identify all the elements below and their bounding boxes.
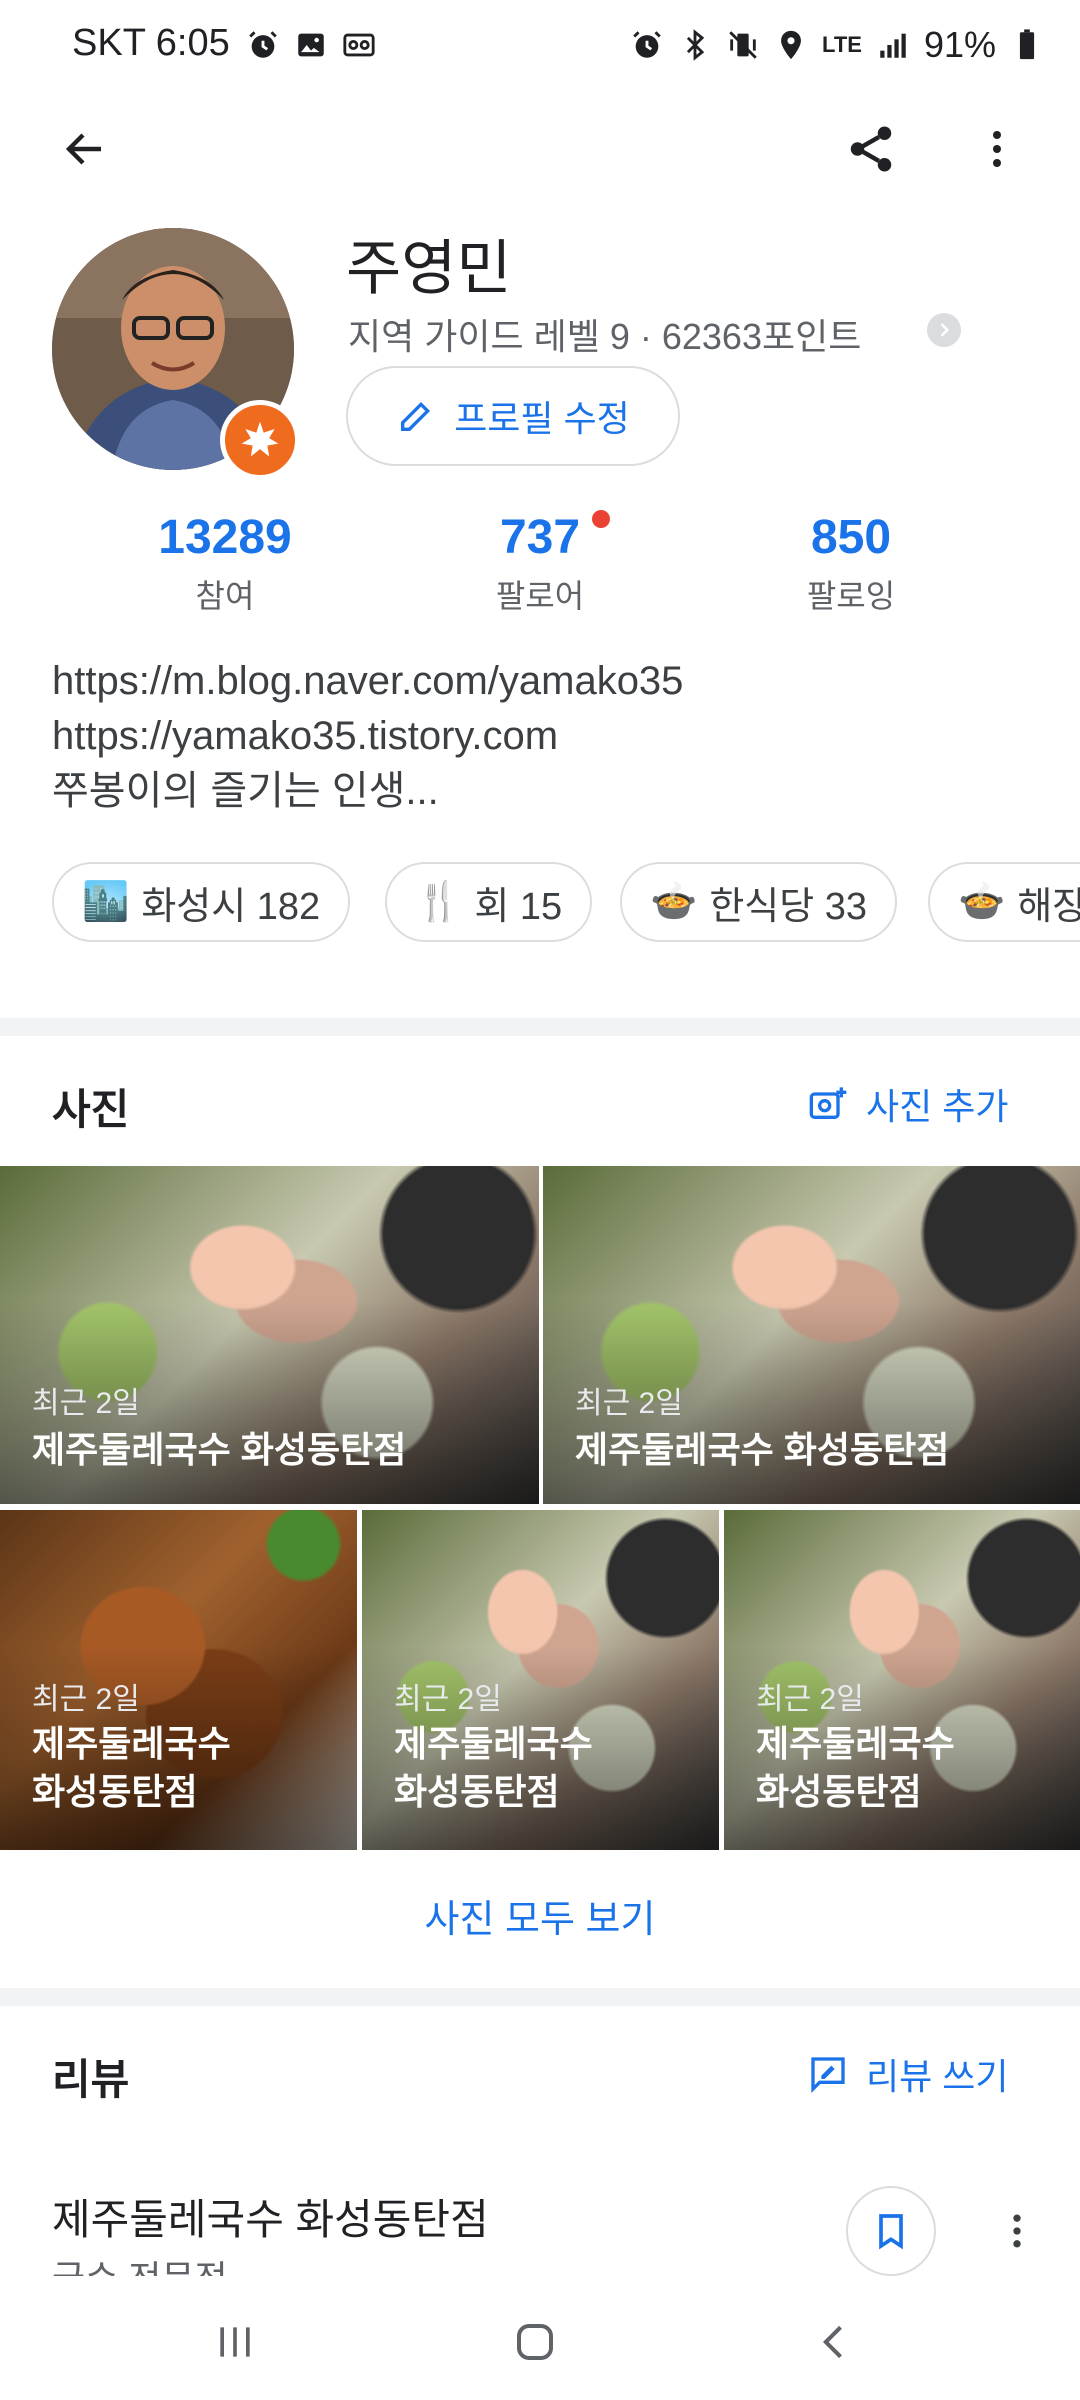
chip-category[interactable]: 🍲 해장 — [928, 862, 1080, 942]
photos-section-title: 사진 — [52, 1086, 130, 1133]
photo-tile[interactable]: 최근 2일 제주둘레국수 화성동탄점 — [362, 1510, 719, 1850]
gallery-icon — [298, 33, 324, 57]
status-bar: SKT 6:05 LTE 91% — [0, 0, 1080, 96]
stat-contributions[interactable]: 13289 참여 — [105, 510, 345, 617]
photo-tile[interactable]: 최근 2일 제주둘레국수 화성동탄점 — [0, 1510, 357, 1850]
stat-value: 13289 — [158, 511, 292, 564]
add-photo-button[interactable]: 사진 추가 — [808, 1078, 1008, 1130]
section-divider — [0, 1988, 1080, 2006]
bio-link[interactable]: https://m.blog.naver.com/yamako35 — [52, 654, 683, 709]
review-place-name[interactable]: 제주둘레국수 화성동탄점 — [52, 2186, 489, 2247]
edit-profile-label: 프로필 수정 — [454, 398, 630, 439]
system-nav-bar — [0, 2278, 1080, 2400]
stat-following[interactable]: 850 팔로잉 — [731, 510, 971, 617]
notification-dot — [592, 510, 610, 528]
bowl-icon: 🍲 — [958, 881, 1006, 923]
profile-bio: https://m.blog.naver.com/yamako35 https:… — [52, 654, 683, 819]
reviews-section-title: 리뷰 — [52, 2056, 130, 2103]
photo-date: 최근 2일 — [32, 1683, 140, 1716]
chip-category[interactable]: 🍲 한식당 33 — [620, 862, 898, 942]
stat-label: 참여 — [195, 578, 255, 614]
save-place-button[interactable] — [846, 2186, 936, 2276]
chip-label: 한식당 33 — [709, 885, 868, 928]
stat-label: 팔로어 — [495, 578, 585, 614]
system-back-button[interactable] — [790, 2302, 880, 2382]
alarm-icon — [249, 31, 277, 58]
pencil-icon — [401, 401, 431, 431]
city-icon: 🏙️ — [82, 881, 130, 923]
section-divider — [0, 1018, 1080, 1036]
voicemail-icon — [343, 33, 375, 57]
chip-label: 해장 — [1017, 885, 1080, 928]
photo-date: 최근 2일 — [32, 1387, 140, 1420]
profile-name: 주영민 — [346, 235, 512, 302]
photo-tile[interactable]: 최근 2일 제주둘레국수 화성동탄점 — [0, 1166, 539, 1504]
back-arrow-icon — [65, 133, 101, 165]
home-icon — [517, 2324, 553, 2360]
battery-icon — [1019, 29, 1035, 60]
stat-label: 팔로잉 — [806, 578, 896, 614]
photo-tile[interactable]: 최근 2일 제주둘레국수 화성동탄점 — [543, 1166, 1080, 1504]
chevron-right-icon[interactable] — [927, 313, 961, 347]
bluetooth-icon — [686, 29, 705, 61]
vibrate-icon — [729, 31, 757, 59]
edit-profile-button[interactable]: 프로필 수정 — [346, 366, 680, 466]
write-review-button[interactable]: 리뷰 쓰기 — [808, 2048, 1008, 2100]
more-vert-icon — [1013, 2214, 1021, 2248]
local-guide-badge-icon — [220, 400, 300, 480]
photo-tile[interactable]: 최근 2일 제주둘레국수 화성동탄점 — [724, 1510, 1080, 1850]
write-review-label: 리뷰 쓰기 — [866, 2056, 1009, 2097]
alarm-icon — [633, 31, 661, 58]
photo-place: 제주둘레국수 화성동탄점 — [575, 1429, 950, 1470]
chip-region[interactable]: 🏙️ 화성시 182 — [52, 862, 351, 942]
photo-date: 최근 2일 — [575, 1387, 683, 1420]
photo-place: 제주둘레국수 화성동탄점 — [756, 1723, 955, 1812]
rate-review-icon — [811, 2057, 845, 2094]
more-options-button[interactable] — [952, 104, 1042, 194]
bio-text: 쭈봉이의 즐기는 인생... — [52, 769, 439, 813]
guide-level-info[interactable]: 지역 가이드 레벨 9 · 62363포인트 — [348, 308, 861, 360]
add-photo-icon — [809, 1087, 847, 1119]
photo-date: 최근 2일 — [756, 1683, 864, 1716]
share-button[interactable] — [826, 104, 916, 194]
home-button[interactable] — [490, 2302, 580, 2382]
signal-icon — [880, 33, 906, 58]
bio-link[interactable]: https://yamako35.tistory.com — [52, 709, 683, 764]
network-type: LTE — [822, 32, 862, 57]
share-icon — [850, 126, 892, 172]
add-photo-label: 사진 추가 — [866, 1086, 1009, 1127]
show-all-photos-link[interactable]: 사진 모두 보기 — [0, 1888, 1080, 1943]
status-time: SKT 6:05 — [72, 22, 230, 64]
photo-place: 제주둘레국수 화성동탄점 — [32, 1723, 231, 1812]
stat-value: 737 — [499, 511, 581, 564]
bowl-icon: 🍲 — [650, 881, 698, 923]
bookmark-icon — [879, 2214, 903, 2250]
chip-category[interactable]: 🍴 회 15 — [385, 862, 593, 942]
location-icon — [781, 30, 801, 60]
back-chevron-icon — [822, 2325, 842, 2359]
battery-percent: 91% — [923, 24, 996, 65]
photo-date: 최근 2일 — [394, 1683, 502, 1716]
review-more-button[interactable] — [972, 2186, 1062, 2276]
back-button[interactable] — [40, 104, 130, 194]
stat-value: 850 — [810, 511, 892, 564]
more-vert-icon — [993, 131, 1001, 167]
recent-apps-icon — [220, 2327, 250, 2357]
chip-label: 화성시 182 — [141, 885, 321, 928]
photo-place: 제주둘레국수 화성동탄점 — [394, 1723, 593, 1812]
chip-label: 회 15 — [474, 885, 563, 928]
review-place-category: 국수 전문점 — [52, 2250, 228, 2276]
stat-followers[interactable]: 737 팔로어 — [420, 510, 660, 617]
recent-apps-button[interactable] — [190, 2302, 280, 2382]
photo-place: 제주둘레국수 화성동탄점 — [32, 1429, 407, 1470]
cutlery-icon: 🍴 — [415, 881, 463, 923]
